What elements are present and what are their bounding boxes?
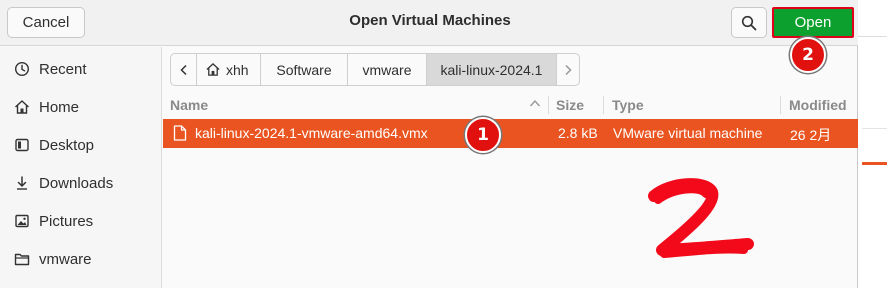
column-header-name[interactable]: Name (170, 97, 208, 113)
column-header-modified[interactable]: Modified (789, 97, 847, 113)
sidebar-item-label: Home (39, 98, 80, 116)
path-back-button[interactable] (171, 54, 197, 85)
sidebar-item-label: Recent (39, 60, 87, 78)
home-icon (206, 62, 220, 76)
file-type: VMware virtual machine (613, 125, 763, 141)
annotation-badge-1: 1 (465, 117, 501, 153)
column-separator[interactable] (603, 96, 604, 114)
file-size: 2.8 kB (558, 125, 598, 141)
sidebar-item-label: Downloads (39, 174, 114, 192)
column-separator[interactable] (548, 96, 549, 114)
background-window (858, 0, 887, 288)
sidebar-item-pictures[interactable]: Pictures (0, 202, 162, 240)
picture-icon (14, 213, 30, 229)
sidebar-item-label: vmware (39, 250, 92, 268)
path-segment-label: kali-linux-2024.1 (440, 61, 543, 78)
sidebar-item-home[interactable]: Home (0, 88, 162, 126)
path-forward-button[interactable] (557, 54, 579, 85)
path-segment-home[interactable]: xhh (197, 54, 261, 85)
sidebar-item-recent[interactable]: Recent (0, 50, 162, 88)
file-name: kali-linux-2024.1-vmware-amd64.vmx (195, 125, 428, 141)
places-sidebar: Recent Home Desktop Downloads Pictures v… (0, 47, 162, 288)
path-segment-label: vmware (362, 61, 412, 78)
sidebar-item-vmware[interactable]: vmware (0, 240, 162, 278)
path-segment-label: xhh (226, 61, 249, 78)
sidebar-item-downloads[interactable]: Downloads (0, 164, 162, 202)
chevron-left-icon (179, 64, 187, 75)
path-bar: xhh Software vmware kali-linux-2024.1 (170, 53, 580, 86)
file-modified: 26 2月 (790, 127, 832, 143)
background-accent-line (862, 162, 887, 165)
handwritten-2-annotation (648, 178, 754, 258)
path-segment-vmware[interactable]: vmware (348, 54, 427, 85)
background-window-tab (858, 0, 887, 37)
file-icon (173, 125, 187, 141)
search-icon (741, 15, 757, 30)
sidebar-item-desktop[interactable]: Desktop (0, 126, 162, 164)
column-header-type[interactable]: Type (612, 97, 644, 113)
sidebar-item-label: Desktop (39, 136, 95, 154)
annotation-badge-2: 2 (790, 37, 826, 73)
background-divider (862, 128, 887, 129)
column-separator[interactable] (780, 96, 781, 114)
sidebar-item-label: Pictures (39, 212, 94, 230)
path-segment-label: Software (276, 61, 332, 78)
home-icon (14, 99, 30, 115)
chevron-right-icon (565, 64, 572, 75)
open-button[interactable]: Open (772, 7, 854, 38)
cancel-button[interactable]: Cancel (7, 7, 85, 38)
search-button[interactable] (731, 7, 767, 38)
desktop-icon (14, 137, 30, 153)
file-list-header: Name Size Type Modified (162, 92, 858, 118)
dialog-title: Open Virtual Machines (349, 12, 511, 29)
column-header-size[interactable]: Size (556, 97, 584, 113)
download-icon (14, 175, 30, 191)
path-segment-kali-linux[interactable]: kali-linux-2024.1 (427, 54, 557, 85)
sort-ascending-icon (529, 99, 541, 107)
clock-icon (14, 61, 30, 77)
header-bar: Cancel Open Virtual Machines Open (0, 0, 858, 46)
file-row[interactable]: kali-linux-2024.1-vmware-amd64.vmx 2.8 k… (163, 119, 858, 148)
folder-icon (14, 251, 30, 267)
path-segment-software[interactable]: Software (261, 54, 348, 85)
